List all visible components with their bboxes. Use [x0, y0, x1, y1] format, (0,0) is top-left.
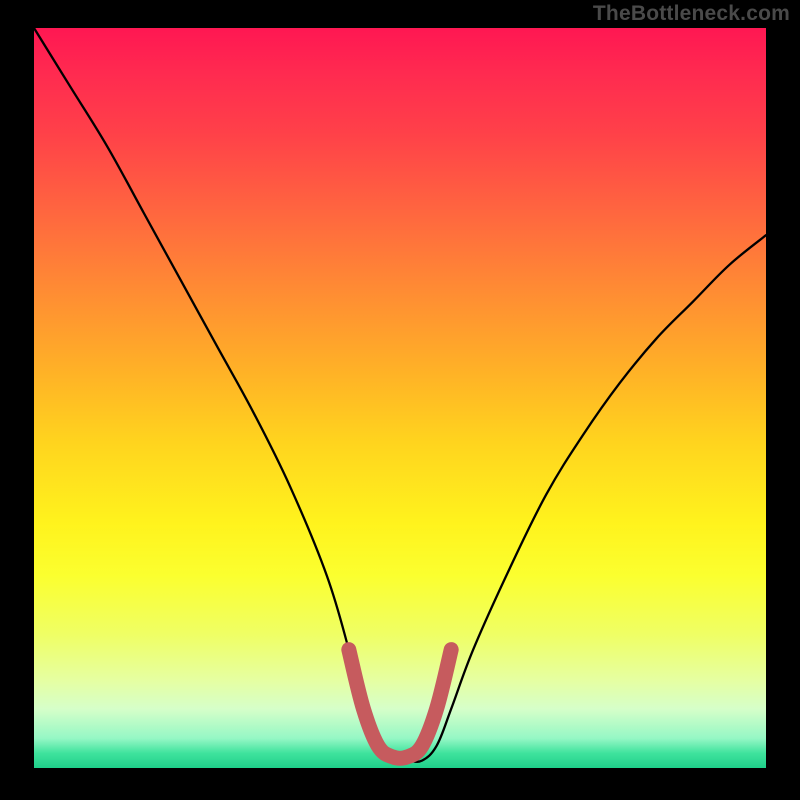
watermark-text: TheBottleneck.com — [593, 2, 790, 26]
chart-frame: TheBottleneck.com — [0, 0, 800, 800]
plot-area — [34, 28, 766, 768]
curve-layer — [34, 28, 766, 768]
bottom-highlight-path — [349, 650, 451, 759]
bottleneck-curve-path — [34, 28, 766, 762]
